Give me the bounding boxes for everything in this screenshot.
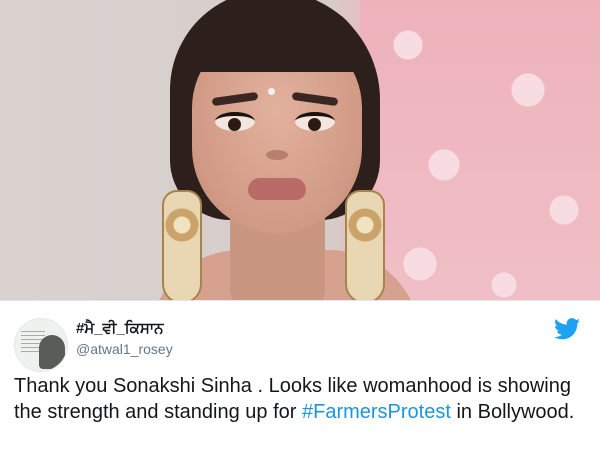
twitter-bird-icon[interactable] <box>554 318 580 340</box>
tweet-text: Thank you Sonakshi Sinha . Looks like wo… <box>14 373 589 425</box>
tweet-card: #ਮੈ_ਵੀ_ਕਿਸਾਨ @atwal1_rosey Thank you Son… <box>0 300 600 450</box>
right-earring <box>345 190 385 300</box>
hashtag-link[interactable]: #FarmersProtest <box>302 401 451 423</box>
lips <box>248 178 306 200</box>
user-handle[interactable]: @atwal1_rosey <box>76 341 173 357</box>
hair-top <box>190 2 365 72</box>
avatar-figure <box>39 335 65 369</box>
nose <box>266 150 288 160</box>
left-earring <box>162 190 202 300</box>
user-avatar[interactable] <box>14 318 68 372</box>
right-eye <box>295 112 335 131</box>
bindi <box>268 88 275 95</box>
display-name[interactable]: #ਮੈ_ਵੀ_ਕਿਸਾਨ <box>76 320 164 337</box>
left-eye <box>215 112 255 131</box>
tweet-text-end: in Bollywood. <box>450 401 575 423</box>
background-fabric <box>360 0 600 300</box>
header-photo <box>0 0 600 300</box>
